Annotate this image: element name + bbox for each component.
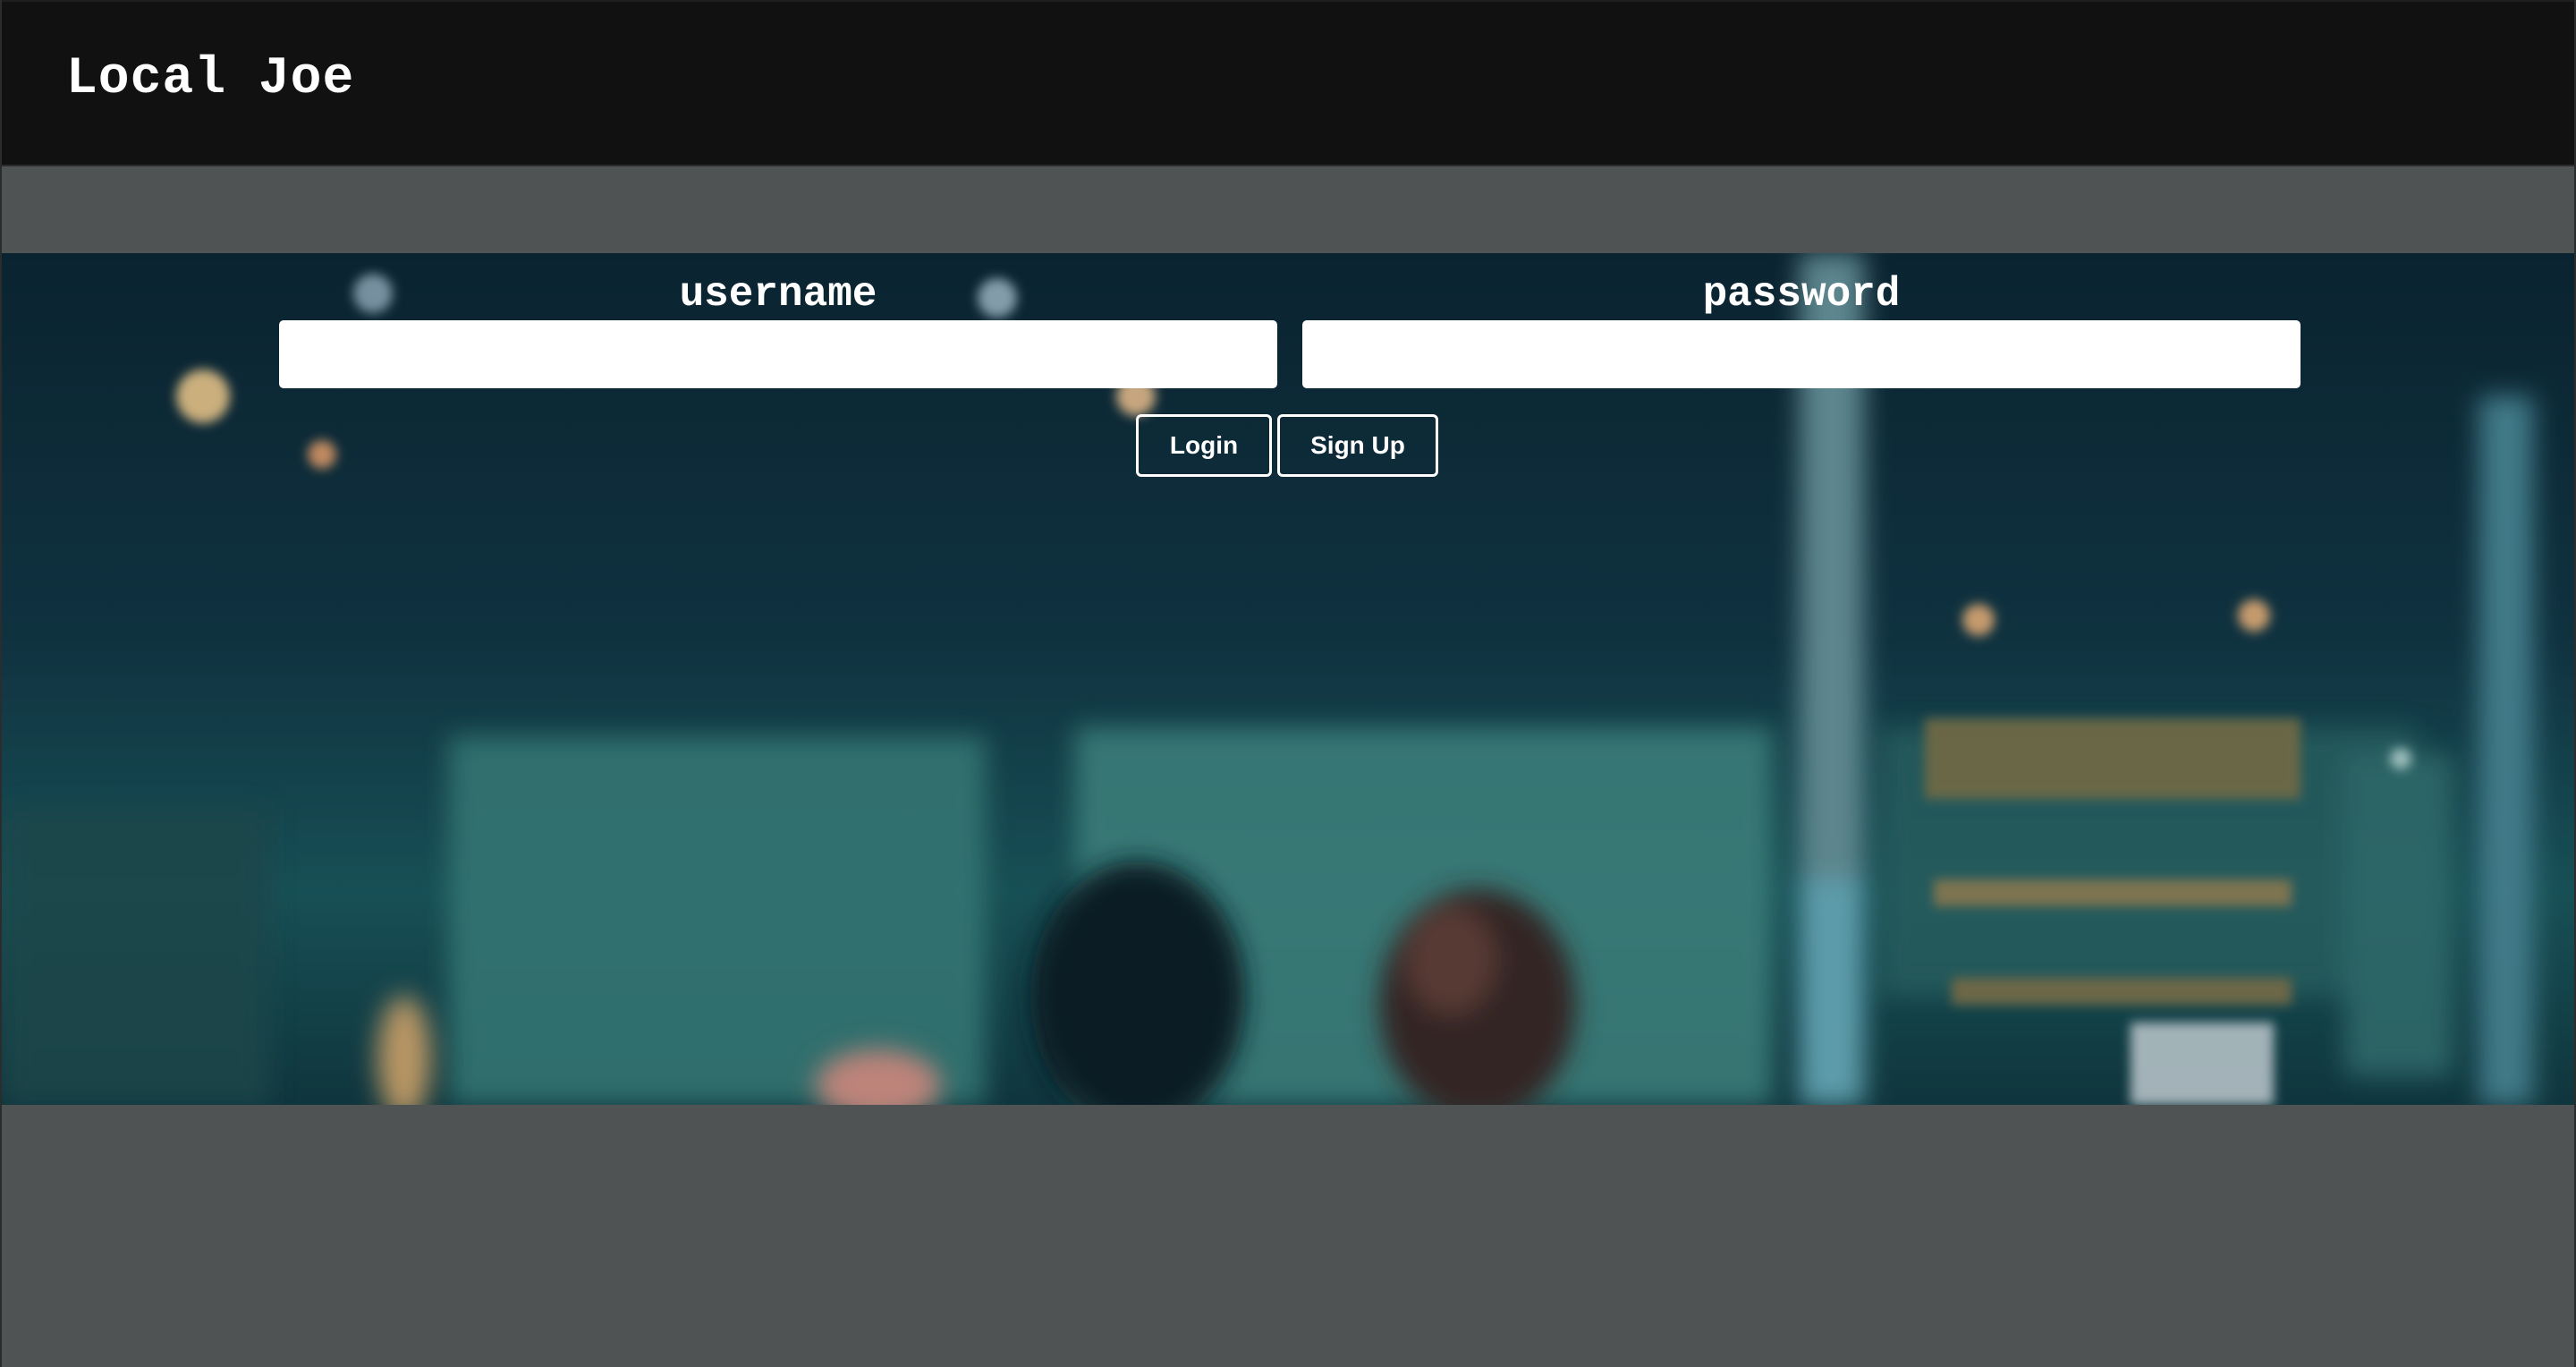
- hero-banner: username password Login Sign Up: [2, 253, 2574, 1105]
- password-label: password: [1702, 271, 1901, 318]
- top-nav-bar: Local Joe: [2, 0, 2574, 166]
- password-input[interactable]: [1302, 320, 2301, 388]
- login-button[interactable]: Login: [1136, 414, 1272, 477]
- sign-up-button[interactable]: Sign Up: [1277, 414, 1438, 477]
- username-label: username: [679, 271, 877, 318]
- username-input[interactable]: [279, 320, 1277, 388]
- brand-title[interactable]: Local Joe: [66, 50, 354, 108]
- page: Local Joe username password Login Sign U…: [0, 0, 2576, 1367]
